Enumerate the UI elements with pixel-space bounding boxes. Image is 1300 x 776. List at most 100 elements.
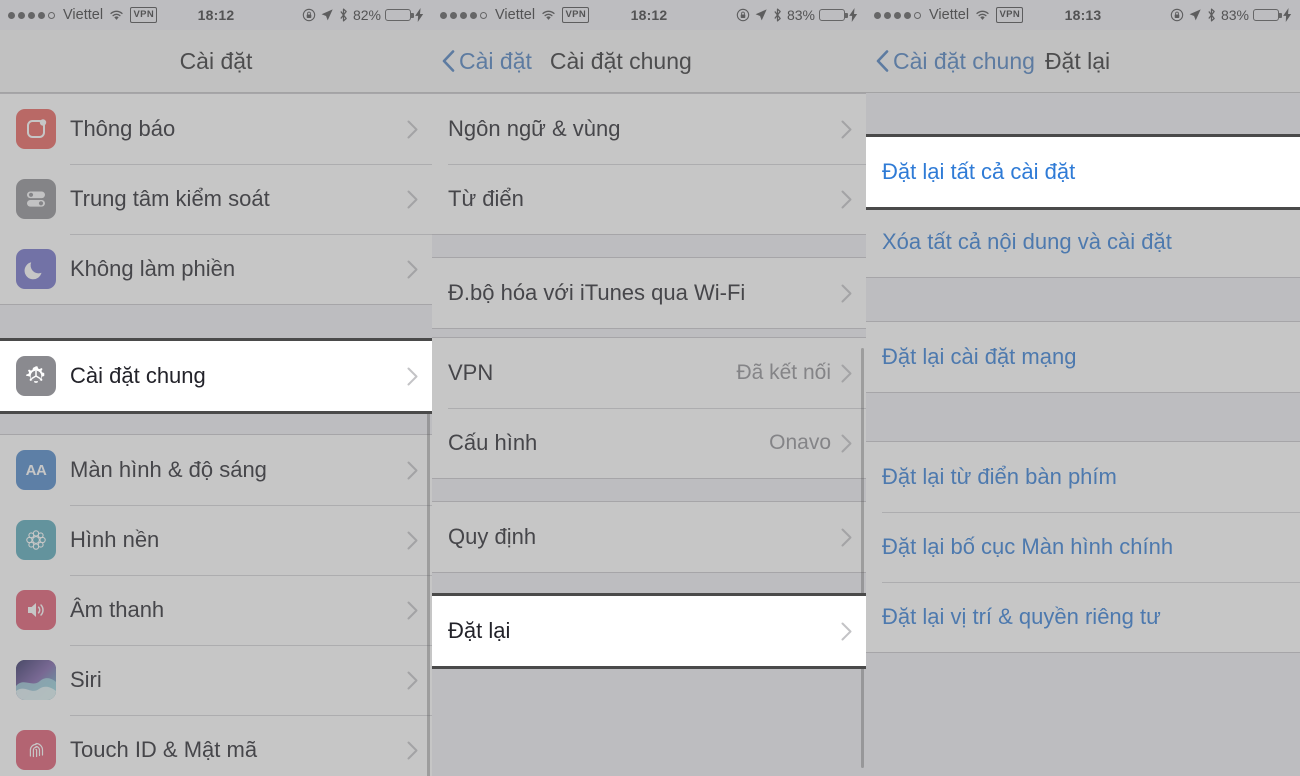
wallpaper-icon (16, 520, 56, 560)
gear-icon (16, 356, 56, 396)
chevron-left-icon (876, 50, 889, 72)
reset-options-list: Đặt lại tất cả cài đặt Xóa tất cả nội du… (866, 93, 1300, 776)
location-arrow-icon (1189, 9, 1201, 21)
battery-percent-label: 82% (352, 7, 381, 23)
chevron-right-icon (841, 622, 852, 640)
row-label: Đặt lại bố cục Màn hình chính (882, 534, 1174, 559)
row-reset-network-settings[interactable]: Đặt lại cài đặt mạng (866, 322, 1300, 392)
notifications-icon (16, 109, 56, 149)
chevron-right-icon (841, 364, 852, 382)
do-not-disturb-icon (16, 249, 56, 289)
row-label: Từ điển (448, 186, 524, 211)
sidebar-item-general[interactable]: Cài đặt chung (0, 341, 432, 411)
list-gap (432, 573, 866, 595)
sidebar-item-sounds[interactable]: Âm thanh (0, 575, 432, 645)
display-brightness-icon: AA (16, 450, 56, 490)
battery-percent-label: 83% (786, 7, 815, 23)
bluetooth-icon (774, 8, 781, 22)
back-button-label: Cài đặt (459, 47, 532, 74)
chevron-right-icon (841, 528, 852, 546)
row-label: Đặt lại (448, 618, 511, 643)
row-reset-home-screen-layout[interactable]: Đặt lại bố cục Màn hình chính (866, 512, 1300, 582)
nav-bar-panel-2: Cài đặt Cài đặt chung (432, 30, 866, 93)
row-language-region[interactable]: Ngôn ngữ & vùng (432, 94, 866, 164)
sound-icon (16, 590, 56, 630)
list-gap (0, 412, 432, 434)
carrier-label: Viettel (495, 7, 536, 23)
general-group-4: Quy định (432, 501, 866, 573)
wifi-icon (110, 10, 123, 20)
bluetooth-icon (340, 8, 347, 22)
sidebar-item-notifications[interactable]: Thông báo (0, 94, 432, 164)
charging-bolt-icon (849, 8, 858, 22)
three-panel-settings-walkthrough: Viettel VPN 18:12 82% Cài đặt Thông báo … (0, 0, 1300, 776)
sidebar-item-label: Thông báo (70, 116, 176, 141)
clock-label: 18:13 (1064, 7, 1102, 23)
list-gap (866, 93, 1300, 136)
row-dictionary[interactable]: Từ điển (432, 164, 866, 234)
row-vpn[interactable]: VPN Đã kết nối (432, 338, 866, 408)
row-reset-keyboard-dictionary[interactable]: Đặt lại từ điển bàn phím (866, 442, 1300, 512)
location-arrow-icon (755, 9, 767, 21)
panel-settings-root: Viettel VPN 18:12 82% Cài đặt Thông báo … (0, 0, 432, 776)
chevron-right-icon (407, 120, 418, 138)
list-gap (866, 393, 1300, 441)
touch-id-icon (16, 730, 56, 770)
reset-group-3: Đặt lại từ điển bàn phím Đặt lại bố cục … (866, 441, 1300, 653)
chevron-right-icon (841, 284, 852, 302)
page-title: Cài đặt chung (549, 47, 692, 74)
sidebar-item-siri[interactable]: Siri (0, 645, 432, 715)
carrier-label: Viettel (929, 7, 970, 23)
row-reset-all-settings[interactable]: Đặt lại tất cả cài đặt (866, 137, 1300, 207)
row-label: Đ.bộ hóa với iTunes qua Wi-Fi (448, 280, 746, 305)
bluetooth-icon (1208, 8, 1215, 22)
row-label: Đặt lại tất cả cài đặt (882, 159, 1076, 184)
page-title: Cài đặt (179, 47, 253, 74)
battery-icon (385, 8, 414, 22)
row-label: VPN (448, 360, 494, 385)
general-group-1: Ngôn ngữ & vùng Từ điển (432, 93, 866, 235)
signal-strength-icon (440, 11, 487, 19)
status-bar-panel-3: Viettel VPN 18:13 83% (866, 0, 1300, 30)
row-erase-all-content[interactable]: Xóa tất cả nội dung và cài đặt (866, 207, 1300, 277)
vpn-badge: VPN (562, 7, 590, 23)
row-itunes-wifi-sync[interactable]: Đ.bộ hóa với iTunes qua Wi-Fi (432, 258, 866, 328)
sidebar-item-wallpaper[interactable]: Hình nền (0, 505, 432, 575)
scrollbar-panel-2[interactable] (861, 348, 864, 768)
list-gap (432, 329, 866, 337)
rotation-lock-icon (736, 8, 750, 22)
sidebar-item-control-center[interactable]: Trung tâm kiểm soát (0, 164, 432, 234)
row-label: Quy định (448, 524, 537, 549)
row-label: Đặt lại từ điển bàn phím (882, 464, 1117, 489)
row-value: Onavo (769, 431, 831, 454)
general-group-2: Đ.bộ hóa với iTunes qua Wi-Fi (432, 257, 866, 329)
row-label: Đặt lại vị trí & quyền riêng tư (882, 604, 1161, 629)
row-regulatory[interactable]: Quy định (432, 502, 866, 572)
signal-strength-icon (874, 11, 921, 19)
sidebar-item-label: Touch ID & Mật mã (70, 737, 258, 762)
chevron-right-icon (407, 741, 418, 759)
battery-icon (1253, 8, 1282, 22)
back-button-general[interactable]: Cài đặt chung (876, 48, 1035, 75)
nav-bar-panel-1: Cài đặt (0, 30, 432, 93)
chevron-left-icon (442, 50, 455, 72)
general-settings-list: Ngôn ngữ & vùng Từ điển Đ.bộ hóa với iTu… (432, 93, 866, 776)
row-reset[interactable]: Đặt lại (432, 596, 866, 666)
row-reset-location-privacy[interactable]: Đặt lại vị trí & quyền riêng tư (866, 582, 1300, 652)
row-profile[interactable]: Cấu hình Onavo (432, 408, 866, 478)
signal-strength-icon (8, 11, 55, 19)
charging-bolt-icon (1283, 8, 1292, 22)
settings-group-2: Cài đặt chung (0, 340, 432, 412)
vpn-badge: VPN (130, 7, 158, 23)
scrollbar-panel-1[interactable] (427, 393, 430, 776)
location-arrow-icon (321, 9, 333, 21)
status-bar-panel-2: Viettel VPN 18:12 83% (432, 0, 866, 30)
charging-bolt-icon (415, 8, 424, 22)
sidebar-item-touch-id[interactable]: Touch ID & Mật mã (0, 715, 432, 776)
back-button-settings[interactable]: Cài đặt (442, 48, 532, 75)
sidebar-item-label: Âm thanh (70, 597, 165, 622)
sidebar-item-display-brightness[interactable]: AA Màn hình & độ sáng (0, 435, 432, 505)
vpn-badge: VPN (996, 7, 1024, 23)
battery-percent-label: 83% (1220, 7, 1249, 23)
sidebar-item-do-not-disturb[interactable]: Không làm phiền (0, 234, 432, 304)
